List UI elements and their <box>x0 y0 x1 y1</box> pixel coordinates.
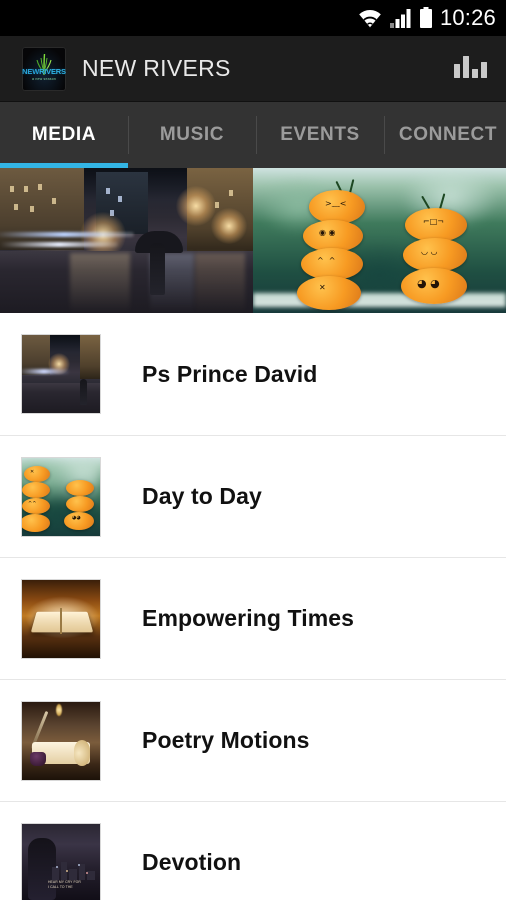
rainy-city-street-image <box>0 168 253 313</box>
list-item-title: Empowering Times <box>142 605 355 631</box>
cellular-signal-icon <box>389 9 411 28</box>
list-item-title: Day to Day <box>142 483 262 509</box>
list-item[interactable]: Poetry Motions <box>0 679 506 801</box>
list-item[interactable]: Ps Prince David <box>0 313 506 435</box>
list-item[interactable]: Empowering Times <box>0 557 506 679</box>
battery-icon <box>419 7 432 28</box>
logo-tagline: a new season <box>32 76 56 81</box>
list-item-title: Ps Prince David <box>142 360 318 387</box>
list-item-title: Poetry Motions <box>142 727 310 753</box>
page-title: NEW RIVERS <box>82 55 231 81</box>
equalizer-icon[interactable] <box>450 49 490 89</box>
rainy-city-street-thumb <box>21 334 101 414</box>
banner-slide-rainy-city[interactable] <box>0 168 253 313</box>
featured-banner-carousel[interactable]: >﹏< ◉ ◉ ^ ^ ✕ ⌐□¬ ◡ ◡ ◕ ◕ <box>0 168 506 313</box>
banner-slide-orange-faces[interactable]: >﹏< ◉ ◉ ^ ^ ✕ ⌐□¬ ◡ ◡ ◕ ◕ <box>253 168 506 313</box>
orange-faces-thumb: ✕ ^^ ◕◕ <box>21 456 101 537</box>
list-item[interactable]: ✕ ^^ ◕◕ Day to Day <box>0 435 506 557</box>
logo-wordmark: NEWRIVERS <box>22 66 66 76</box>
person-silhouette <box>150 243 165 295</box>
orange-faces-image: >﹏< ◉ ◉ ^ ^ ✕ ⌐□¬ ◡ ◡ ◕ ◕ <box>253 168 506 313</box>
tab-events[interactable]: EVENTS <box>256 102 384 168</box>
app-root: 10:26 NEWRIVERS a new season NEW RIVERS … <box>0 0 506 900</box>
new-rivers-logo-icon[interactable]: NEWRIVERS a new season <box>22 46 66 91</box>
status-bar: 10:26 <box>0 0 506 36</box>
list-item[interactable]: HEAR MY CRY FOR I CALL TO THE Devotion <box>0 801 506 900</box>
tab-connect[interactable]: CONNECT <box>384 102 506 168</box>
tab-music[interactable]: MUSIC <box>128 102 256 168</box>
night-skyline-thumb: HEAR MY CRY FOR I CALL TO THE <box>21 822 101 900</box>
media-list: Ps Prince David ✕ ^^ ◕◕ Day to Day Empow… <box>0 313 506 900</box>
wifi-icon <box>359 10 381 28</box>
tab-media[interactable]: MEDIA <box>0 102 128 168</box>
scroll-quill-thumb <box>21 700 101 781</box>
open-book-thumb <box>21 578 101 659</box>
tab-bar[interactable]: MEDIA MUSIC EVENTS CONNECT <box>0 102 506 168</box>
list-item-title: Devotion <box>142 849 242 875</box>
status-bar-clock: 10:26 <box>439 5 496 30</box>
action-bar: NEWRIVERS a new season NEW RIVERS <box>0 36 506 102</box>
